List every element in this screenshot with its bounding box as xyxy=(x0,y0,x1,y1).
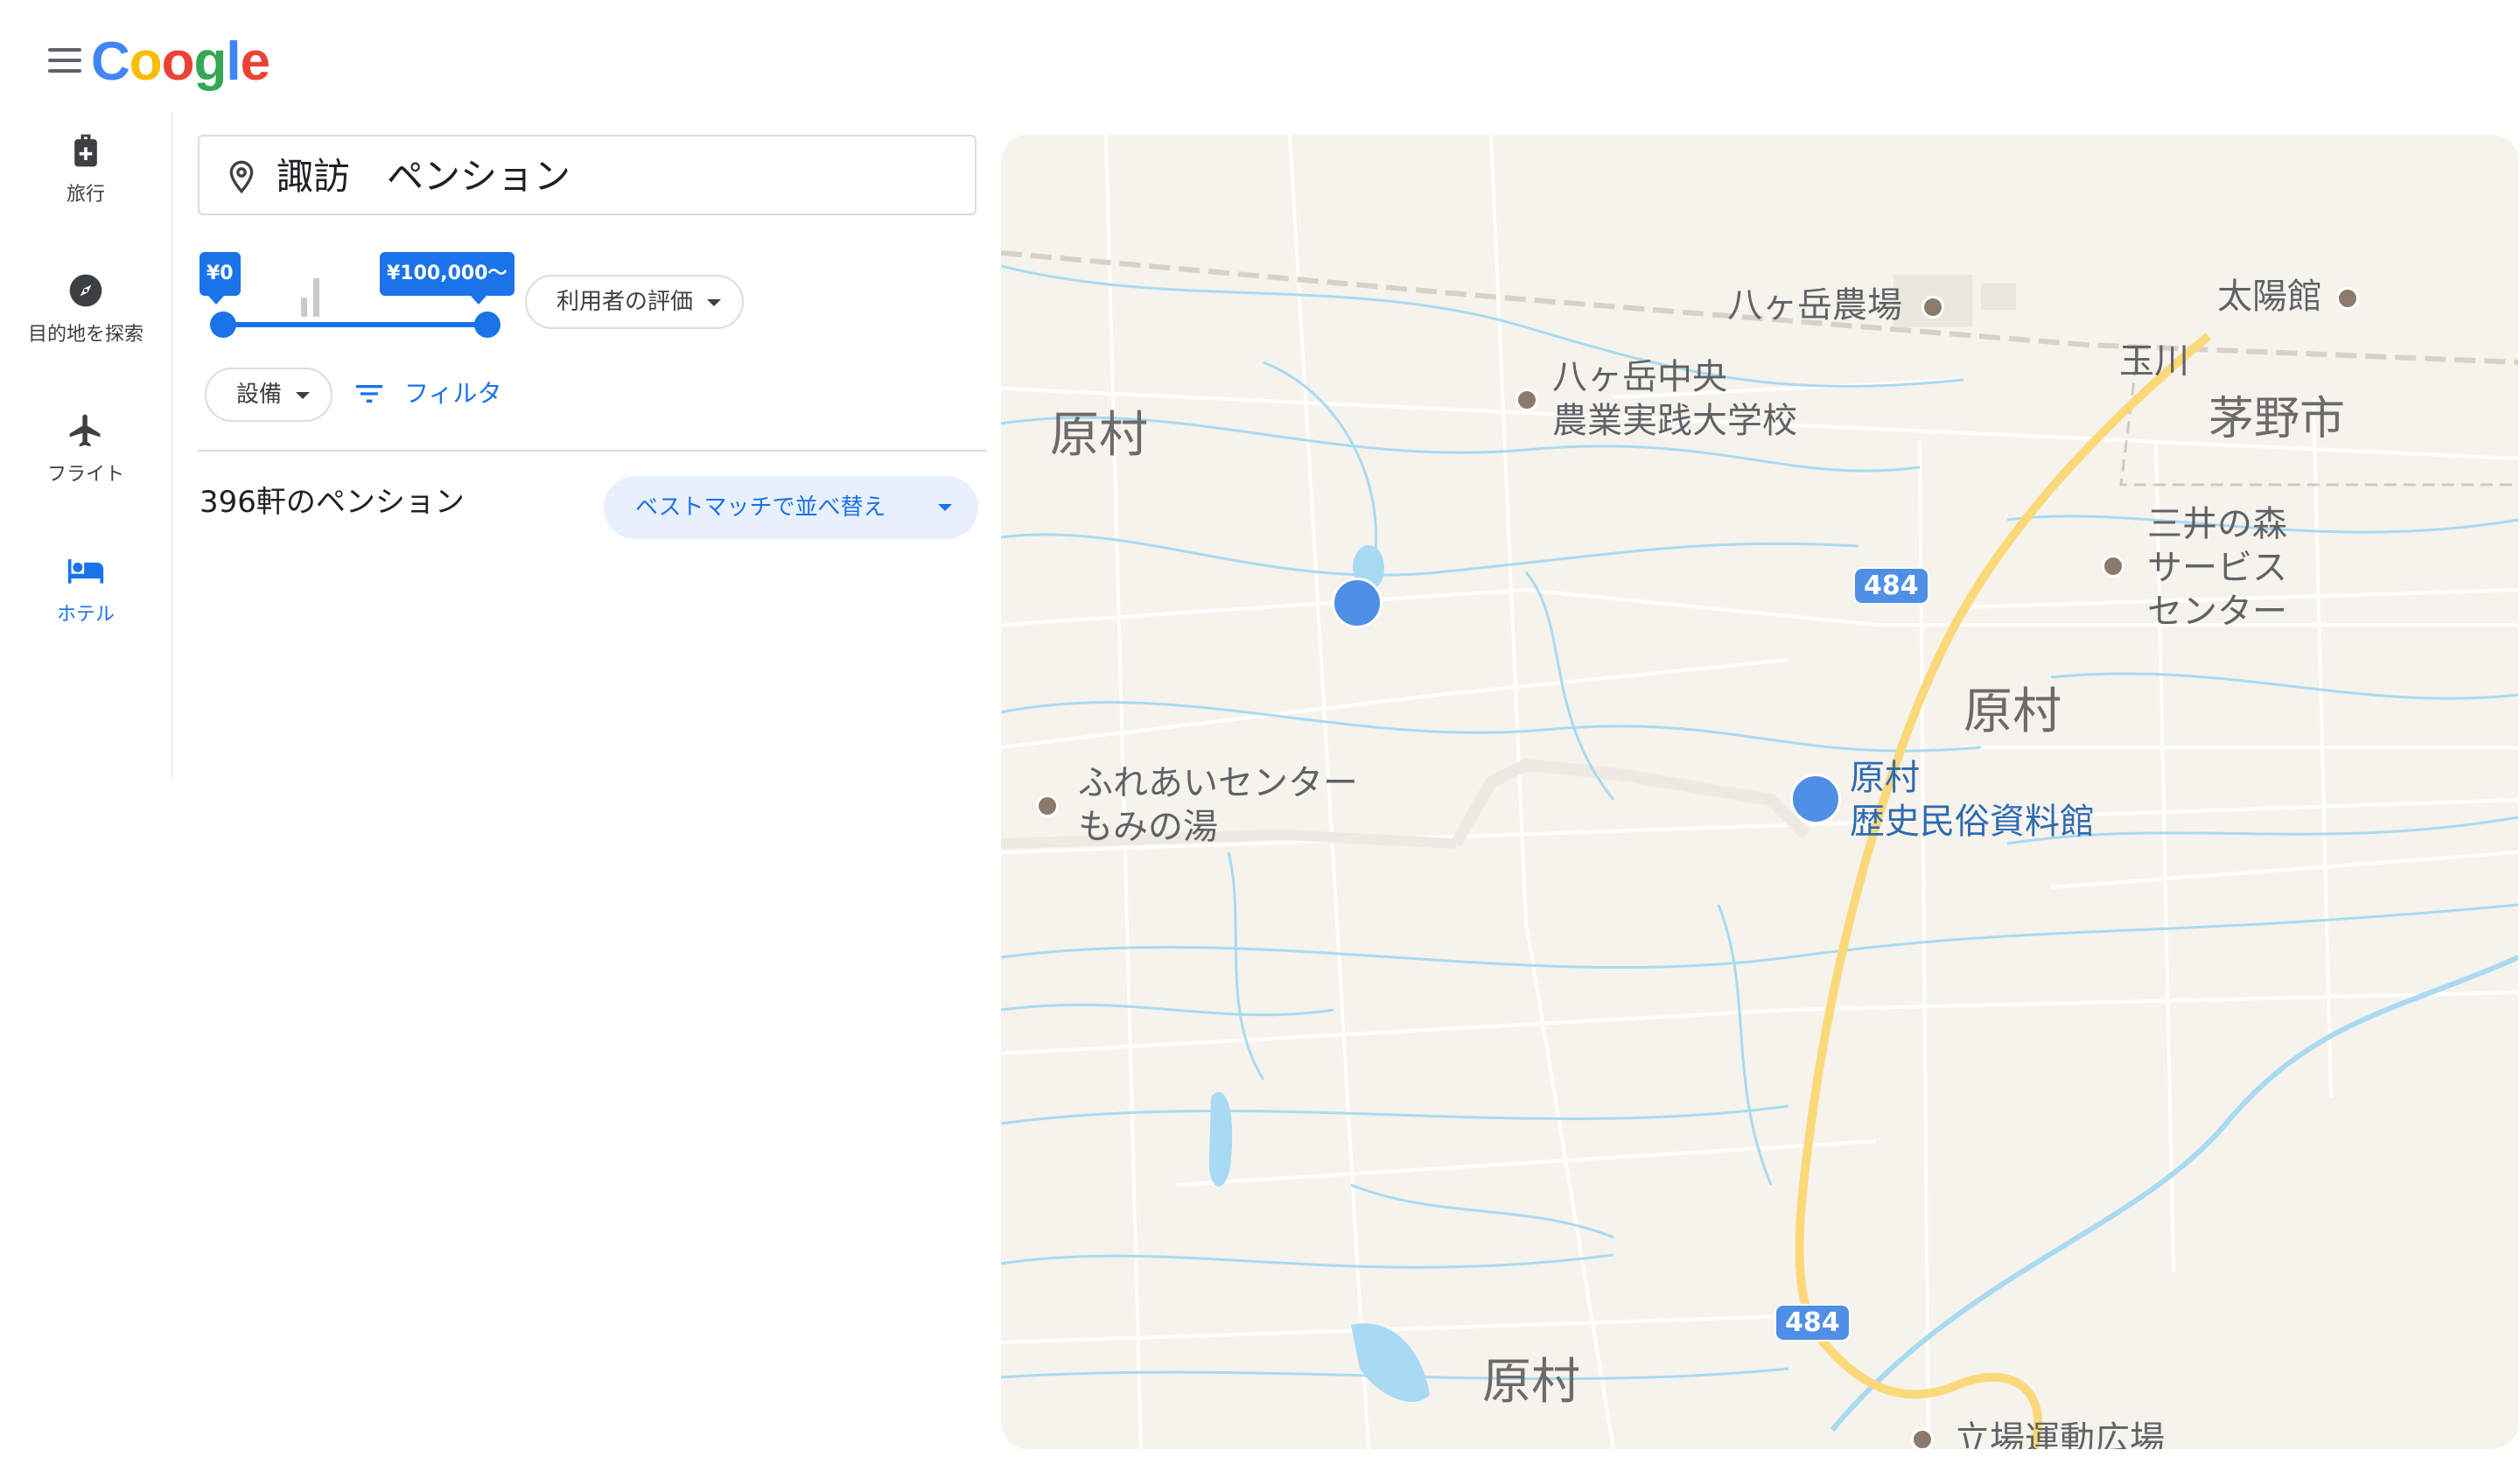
poi-label-school-line2: 農業実践大学校 xyxy=(1552,401,1797,441)
airplane-icon xyxy=(69,414,101,447)
poi-label-school[interactable]: 八ヶ岳中央 農業実践大学校 xyxy=(1552,355,1797,443)
city-label-chino: 茅野市 xyxy=(2208,393,2346,445)
poi-label-taiyokan[interactable]: 太陽館 xyxy=(2217,275,2322,319)
map[interactable]: 八ヶ岳農場 八ヶ岳中央 農業実践大学校 原村 太陽館 玉川 茅野市 三井の森 サ… xyxy=(1001,135,2518,1449)
price-slider-track xyxy=(222,322,486,327)
price-max-handle[interactable] xyxy=(474,312,500,338)
price-histogram-bar xyxy=(301,298,307,317)
route-shield-484: 484 xyxy=(1853,567,1929,605)
price-histogram-bar xyxy=(313,278,319,317)
amenities-filter-chip[interactable]: 設備 xyxy=(205,368,333,422)
side-nav: 旅行 目的地を探索 フライト ホテル xyxy=(0,112,172,777)
rating-filter-chip[interactable]: 利用者の評価 xyxy=(525,275,745,329)
bed-icon xyxy=(67,559,104,584)
nav-label-travel: 旅行 xyxy=(66,184,105,206)
nav-label-flights: フライト xyxy=(46,464,124,486)
filters-label: フィルタ xyxy=(404,379,502,408)
poi-label-farm[interactable]: 八ヶ岳農場 xyxy=(1727,284,1902,327)
app-header: Coogle xyxy=(0,0,2520,112)
search-query: 諏訪 ペンション xyxy=(276,155,571,198)
chevron-down-icon xyxy=(938,504,952,511)
nav-item-explore[interactable]: 目的地を探索 xyxy=(0,271,172,347)
poi-marker[interactable] xyxy=(1911,1428,1934,1449)
area-label-haramura-center: 原村 xyxy=(1964,683,2062,740)
poi-label-service-center[interactable]: 三井の森 サービス センター xyxy=(2147,502,2287,634)
place-label-tamagawa: 玉川 xyxy=(2119,341,2189,382)
price-min-handle[interactable] xyxy=(210,312,236,338)
museum-icon[interactable] xyxy=(1790,774,1841,824)
poi-label-fureai[interactable]: ふれあいセンター もみの湯 xyxy=(1078,761,1358,849)
poi-marker[interactable] xyxy=(2336,287,2359,310)
main-river xyxy=(1830,955,2518,1432)
search-input[interactable]: 諏訪 ペンション xyxy=(198,135,976,215)
area-label-haramura-nw: 原村 xyxy=(1050,407,1148,464)
sort-label: ベストマッチで並べ替え xyxy=(635,494,886,521)
logo[interactable]: Coogle xyxy=(91,26,270,98)
route-shield-484: 484 xyxy=(1774,1304,1851,1341)
filter-icon xyxy=(356,385,382,403)
chevron-down-icon xyxy=(707,299,722,306)
poi-label-service-line2: サービス xyxy=(2147,548,2287,588)
poi-label-service-line1: 三井の森 xyxy=(2147,504,2287,544)
area-label-haramura-s: 原村 xyxy=(1482,1354,1580,1411)
nav-item-flights[interactable]: フライト xyxy=(0,411,172,487)
amenities-filter-label: 設備 xyxy=(236,382,283,408)
chevron-down-icon xyxy=(296,392,311,399)
results-count: 396軒のペンション xyxy=(200,485,465,520)
poi-marker[interactable] xyxy=(2102,555,2124,578)
poi-label-fureai-line2: もみの湯 xyxy=(1078,807,1218,847)
poi-marker[interactable] xyxy=(1516,389,1538,411)
price-max-label: ¥100,000〜 xyxy=(380,252,514,305)
price-range-slider[interactable]: ¥0 ¥100,000〜 xyxy=(198,252,514,348)
nav-label-explore: 目的地を探索 xyxy=(27,324,144,346)
poi-marker[interactable] xyxy=(1036,795,1059,817)
location-pin-icon xyxy=(229,160,254,194)
poi-label-service-line3: センター xyxy=(2147,592,2287,632)
rating-filter-label: 利用者の評価 xyxy=(556,289,694,315)
poi-label-museum-line1: 原村 xyxy=(1850,758,1920,798)
poi-label-school-line1: 八ヶ岳中央 xyxy=(1552,357,1727,397)
hamburger-menu-icon[interactable] xyxy=(48,48,81,78)
sort-button[interactable]: ベストマッチで並べ替え xyxy=(604,476,978,539)
price-min-label: ¥0 xyxy=(200,252,241,305)
compass-icon xyxy=(69,274,102,307)
luggage-icon xyxy=(74,134,97,167)
poi-label-museum[interactable]: 原村 歴史民俗資料館 xyxy=(1850,756,2095,844)
park-icon[interactable] xyxy=(1332,578,1382,628)
poi-marker[interactable] xyxy=(1922,296,1944,319)
nav-item-travel[interactable]: 旅行 xyxy=(0,131,172,207)
poi-label-fureai-line1: ふれあいセンター xyxy=(1078,763,1358,803)
nav-item-hotels[interactable]: ホテル xyxy=(0,551,172,627)
poi-label-museum-line2: 歴史民俗資料館 xyxy=(1850,802,2095,842)
divider xyxy=(198,450,987,452)
nav-label-hotels: ホテル xyxy=(56,604,115,626)
poi-label-sports[interactable]: 立場運動広場 xyxy=(1955,1418,2165,1449)
